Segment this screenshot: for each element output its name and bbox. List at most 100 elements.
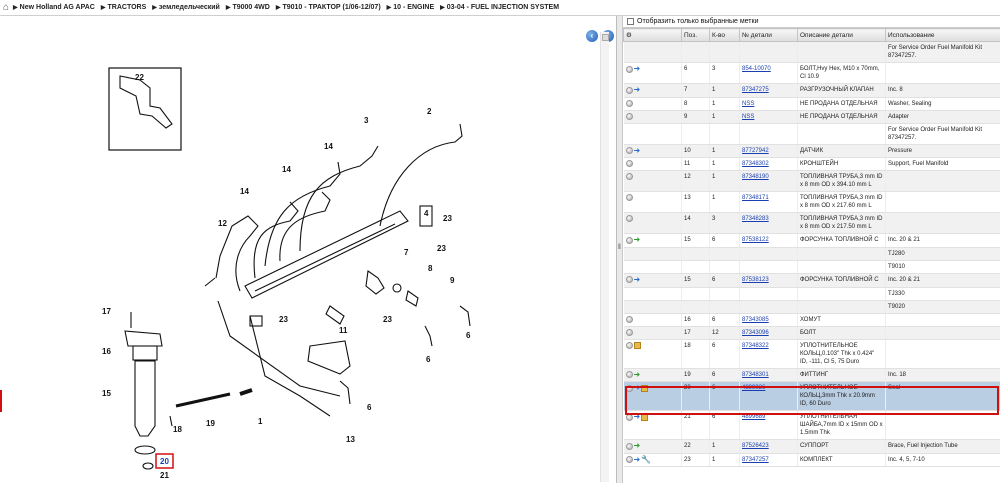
table-row[interactable]: ➜ 20 6 4899926 УПЛОТНИТЕЛЬНОЕ КОЛЬЦ,3mm Thk … — [623, 381, 1000, 412]
table-row[interactable]: ➜ 22 1 87526423 СУППОРТ Brace, Fuel Injection… — [623, 439, 1000, 454]
callout-1[interactable]: 1 — [258, 417, 263, 426]
info-icon[interactable] — [625, 328, 633, 336]
table-row[interactable]: 9 1 NSS НЕ ПРОДАНА ОТДЕЛЬНАЯ Adapter — [623, 110, 1000, 124]
table-row[interactable]: ➜ 19 6 87348301 ФИТТИНГ Inc. 18 — [623, 368, 1000, 383]
table-row[interactable]: For Service Order Fuel Manifold Kit 8734… — [623, 41, 1000, 63]
callout-23[interactable]: 23 — [437, 244, 446, 253]
callout-17[interactable]: 17 — [102, 307, 111, 316]
callout-11[interactable]: 11 — [339, 326, 348, 335]
part-link[interactable]: 87348322 — [742, 343, 769, 349]
part-link[interactable]: 87348302 — [742, 161, 769, 167]
info-icon[interactable] — [625, 276, 633, 284]
callout-23[interactable]: 23 — [443, 214, 452, 223]
info-icon[interactable] — [625, 173, 633, 181]
callout-6[interactable]: 6 — [426, 355, 431, 364]
table-row[interactable]: ➜🔧 23 1 87347257 КОМПЛЕКТ Inc. 4, 5, 7-10 — [623, 453, 1000, 468]
arrow-icon[interactable]: ➜ — [634, 455, 641, 464]
info-icon[interactable] — [625, 442, 633, 450]
green-arrow-icon[interactable]: ➜ — [634, 442, 641, 450]
table-row[interactable]: 17 12 87343096 БОЛТ — [623, 326, 1000, 340]
callout-8[interactable]: 8 — [428, 264, 433, 273]
part-link[interactable]: 854-10070 — [742, 66, 771, 72]
callout-6[interactable]: 6 — [466, 331, 471, 340]
part-link[interactable]: 87727942 — [742, 148, 769, 154]
table-row[interactable]: ➜ 10 1 87727942 ДАТЧИК Pressure — [623, 144, 1000, 159]
callout-22[interactable]: 22 — [135, 73, 144, 82]
info-icon[interactable] — [625, 456, 633, 464]
part-link[interactable]: 87348283 — [742, 216, 769, 222]
part-link[interactable]: 87348190 — [742, 174, 769, 180]
info-icon[interactable] — [625, 384, 633, 392]
filter-checkbox[interactable] — [627, 18, 634, 25]
callout-20[interactable]: 20 — [160, 457, 169, 466]
table-row[interactable]: 16 6 87343085 ХОМУТ — [623, 313, 1000, 327]
part-link[interactable]: 87343096 — [742, 330, 769, 336]
green-arrow-icon[interactable]: ➜ — [634, 370, 641, 379]
diagram-scrollbar[interactable] — [600, 32, 609, 482]
package-icon[interactable] — [641, 413, 649, 421]
callout-23[interactable]: 23 — [383, 315, 392, 324]
table-row[interactable]: 8 1 NSS НЕ ПРОДАНА ОТДЕЛЬНАЯ Washer, Sealing — [623, 97, 1000, 111]
info-icon[interactable] — [625, 371, 633, 379]
callout-7[interactable]: 7 — [404, 248, 409, 257]
callout-15[interactable]: 15 — [102, 389, 111, 398]
arrow-icon[interactable]: ➜ — [634, 384, 641, 392]
breadcrumb-item[interactable]: ▶ T9010 - ТРАКТОР (1/06-12/07) — [276, 4, 381, 11]
part-link[interactable]: 87348171 — [742, 195, 769, 201]
arrow-icon[interactable]: ➜ — [634, 146, 641, 155]
info-icon[interactable] — [625, 413, 633, 421]
table-row[interactable]: 14 3 87348283 ТОПЛИВНАЯ ТРУБА,3 mm ID x 8 m… — [623, 212, 1000, 235]
info-icon[interactable] — [625, 65, 633, 73]
arrow-icon[interactable]: ➜ — [634, 275, 641, 284]
breadcrumb-item[interactable]: ▶ T9000 4WD — [226, 4, 270, 11]
green-arrow-icon[interactable]: ➜ — [634, 236, 641, 244]
table-row[interactable]: 18 6 87348322 УПЛОТНИТЕЛЬНОЕ КОЛЬЦ,0.103" T… — [623, 339, 1000, 369]
callout-19[interactable]: 19 — [206, 419, 215, 428]
table-row[interactable]: 12 1 87348190 ТОПЛИВНАЯ ТРУБА,3 mm ID x 8 m… — [623, 170, 1000, 193]
table-row[interactable]: T9020 — [623, 300, 1000, 314]
col-qty[interactable]: К-во — [709, 28, 740, 42]
part-link[interactable]: 87538122 — [742, 237, 769, 243]
home-icon[interactable]: ⌂ — [3, 2, 9, 13]
col-part[interactable]: № детали — [739, 28, 798, 42]
part-link[interactable]: 87526423 — [742, 443, 769, 449]
info-icon[interactable] — [625, 194, 633, 202]
info-icon[interactable] — [625, 147, 633, 155]
callout-14[interactable]: 14 — [240, 187, 249, 196]
callout-3[interactable]: 3 — [364, 116, 369, 125]
part-link[interactable]: 87347257 — [742, 457, 769, 463]
info-icon[interactable] — [625, 99, 633, 107]
table-row[interactable]: ➜ 15 6 87538122 ФОРСУНКА ТОПЛИВНОЙ С Inc. 20 … — [623, 233, 1000, 248]
callout-21[interactable]: 21 — [160, 471, 169, 480]
breadcrumb-item[interactable]: ▶ 10 - ENGINE — [387, 4, 434, 11]
wrench-icon[interactable]: 🔧 — [641, 455, 651, 464]
info-icon[interactable] — [625, 341, 633, 349]
callout-14[interactable]: 14 — [282, 165, 291, 174]
parts-diagram[interactable]: 2223141414423127 2389623112317161561819 16… — [0, 16, 600, 483]
info-icon[interactable] — [625, 160, 633, 168]
table-row[interactable]: 13 1 87348171 ТОПЛИВНАЯ ТРУБА,3 mm ID x 8 m… — [623, 191, 1000, 214]
callout-16[interactable]: 16 — [102, 347, 111, 356]
callout-13[interactable]: 13 — [346, 435, 355, 444]
callout-4[interactable]: 4 — [424, 209, 429, 218]
table-row[interactable]: ➜ 6 3 854-10070 БОЛТ,Hvy Hex, M10 x 70mm, Cl… — [623, 62, 1000, 84]
table-row[interactable]: TJ280 — [623, 247, 1000, 261]
callout-6[interactable]: 6 — [367, 403, 372, 412]
arrow-icon[interactable]: ➜ — [634, 86, 641, 94]
table-row[interactable]: ➜ 15 6 87538123 ФОРСУНКА ТОПЛИВНОЙ С Inc. 20 … — [623, 273, 1000, 288]
callout-14[interactable]: 14 — [324, 142, 333, 151]
package-icon[interactable] — [633, 341, 641, 349]
table-row[interactable]: ➜ 21 6 4899689 УПЛОТНИТЕЛЬНАЯ ШАЙБА,7mm ID x… — [623, 410, 1000, 441]
col-use[interactable]: Использование — [885, 28, 1000, 42]
callout-23[interactable]: 23 — [279, 315, 288, 324]
filter-row[interactable]: Отобразить только выбранные метки — [623, 16, 1000, 28]
table-row[interactable]: 11 1 87348302 КРОНШТЕЙН Support, Fuel Manifo… — [623, 157, 1000, 172]
part-link[interactable]: NSS — [742, 114, 754, 120]
part-link[interactable]: 87343085 — [742, 317, 769, 323]
part-link[interactable]: 4899689 — [742, 414, 765, 420]
part-link[interactable]: 87348301 — [742, 372, 769, 378]
part-link[interactable]: 87538123 — [742, 277, 769, 283]
package-icon[interactable] — [641, 384, 649, 392]
info-icon[interactable] — [625, 112, 633, 120]
table-row[interactable]: T9010 — [623, 260, 1000, 274]
